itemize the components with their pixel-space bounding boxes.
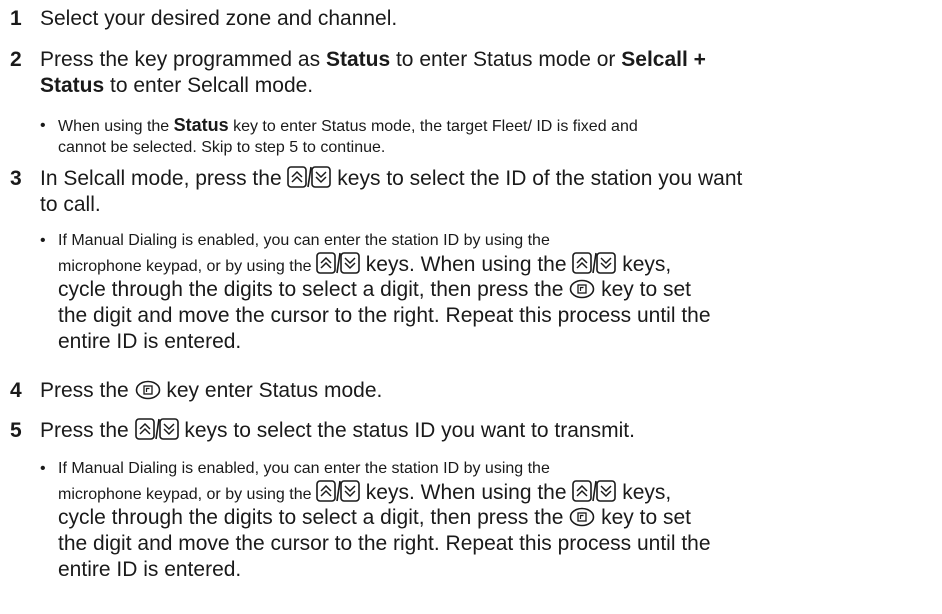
step-text: Press the keys to select the status ID y… — [40, 418, 635, 442]
selcall-key-name: Selcall + — [621, 48, 706, 71]
text-segment: Press the key programmed as — [40, 48, 326, 71]
up-down-keys-icon — [572, 480, 617, 502]
status-key-name: Status — [40, 74, 105, 97]
step-text: Press the key programmed as Status to en… — [40, 47, 920, 99]
step-number: 2 — [10, 48, 22, 71]
text-segment: to enter Status mode or — [390, 48, 622, 71]
step-number: 1 — [10, 7, 22, 30]
step-text: In Selcall mode, press the keys to selec… — [40, 166, 743, 216]
function-key-icon — [569, 507, 595, 527]
instruction-page: 1 Select your desired zone and channel. … — [0, 0, 942, 614]
step-number: 4 — [10, 379, 22, 402]
function-key-icon — [569, 279, 595, 299]
up-down-keys-icon — [134, 418, 179, 440]
status-key-name: Status — [325, 48, 391, 71]
function-key-icon — [135, 380, 161, 400]
bullet-text: If Manual Dialing is enabled, you can en… — [58, 460, 711, 581]
step-text: Press the key enter Status mode. — [40, 379, 383, 402]
up-down-keys-icon — [287, 166, 332, 188]
step-number: 3 — [10, 167, 22, 190]
status-key-name: Status — [173, 115, 229, 135]
text-segment: to enter Selcall mode. — [104, 74, 314, 97]
step-number: 5 — [10, 419, 22, 442]
up-down-keys-icon — [572, 252, 617, 274]
step-text: Select your desired zone and channel. — [40, 7, 398, 30]
up-down-keys-icon — [316, 252, 360, 274]
bullet-text: When using the Status key to enter Statu… — [58, 115, 638, 156]
up-down-keys-icon — [316, 480, 360, 502]
bullet-text: If Manual Dialing is enabled, you can en… — [58, 232, 711, 353]
